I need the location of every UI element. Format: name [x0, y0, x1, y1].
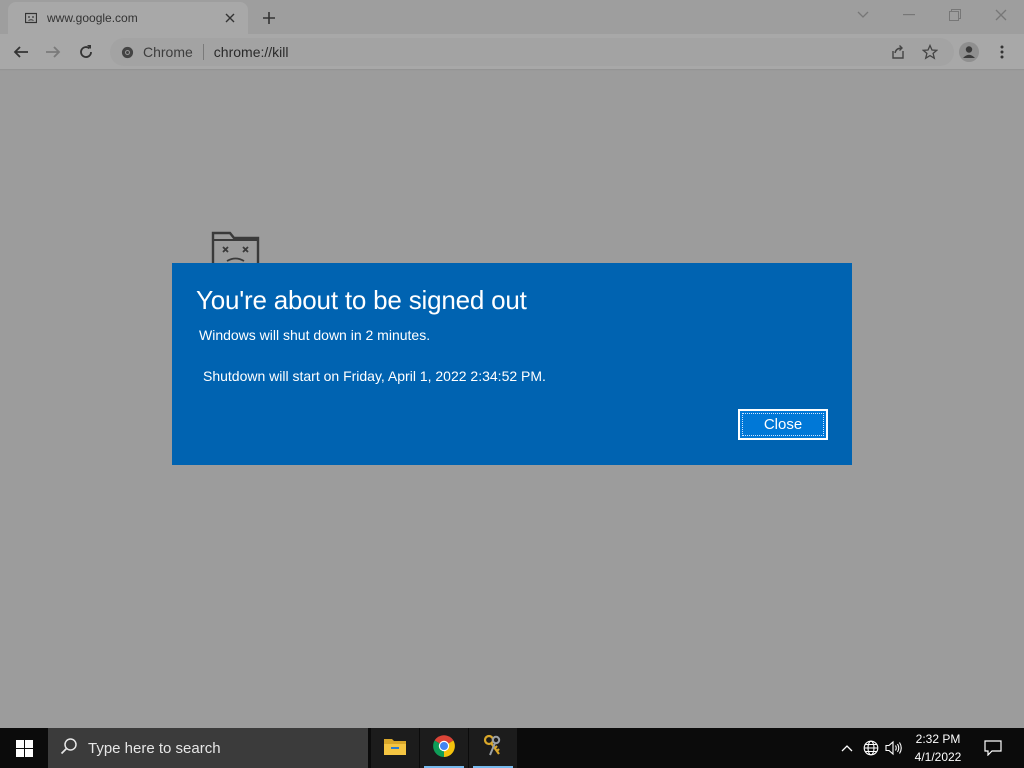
taskbar-file-explorer[interactable]	[371, 728, 419, 768]
tab-search-chevron-icon[interactable]	[850, 4, 876, 26]
more-menu-icon[interactable]	[990, 40, 1014, 64]
taskbar-chrome[interactable]	[420, 728, 468, 768]
back-arrow-icon[interactable]	[9, 40, 33, 64]
taskbar: Type here to search 2:32 PM 4/1/2022	[0, 728, 1024, 768]
close-window-icon[interactable]	[988, 4, 1014, 26]
search-placeholder: Type here to search	[88, 739, 221, 757]
file-explorer-icon	[383, 736, 407, 761]
show-hidden-icons-chevron-icon[interactable]	[838, 728, 856, 768]
taskbar-clock[interactable]: 2:32 PM 4/1/2022	[900, 730, 976, 766]
chrome-site-icon	[120, 45, 134, 59]
profile-avatar-icon[interactable]	[957, 40, 981, 64]
taskbar-search-input[interactable]: Type here to search	[48, 728, 368, 768]
tab-close-icon[interactable]	[222, 10, 238, 26]
browser-toolbar: Chrome chrome://kill	[0, 34, 1024, 70]
dialog-title: You're about to be signed out	[196, 285, 527, 315]
omnibox-separator	[202, 44, 204, 60]
reload-icon[interactable]	[74, 40, 98, 64]
taskbar-keys-app[interactable]	[469, 728, 517, 768]
close-button[interactable]: Close	[738, 409, 828, 440]
minimize-icon[interactable]	[896, 4, 922, 26]
focus-ring	[742, 413, 824, 436]
bookmark-star-icon[interactable]	[918, 40, 942, 64]
restore-icon[interactable]	[942, 4, 968, 26]
keys-app-icon	[481, 734, 505, 763]
action-center-notification-icon[interactable]	[978, 728, 1008, 768]
clock-date: 4/1/2022	[914, 750, 962, 764]
search-icon	[60, 737, 78, 759]
windows-start-icon[interactable]	[0, 728, 48, 768]
url-text[interactable]: chrome://kill	[214, 44, 289, 60]
tab-strip: www.google.com	[0, 0, 1024, 34]
network-globe-icon[interactable]	[861, 728, 881, 768]
new-tab-plus-icon[interactable]	[258, 7, 280, 29]
signout-dialog: You're about to be signed out Windows wi…	[172, 263, 852, 465]
forward-arrow-icon[interactable]	[41, 40, 65, 64]
dialog-detail: Shutdown will start on Friday, April 1, …	[203, 368, 546, 384]
address-bar[interactable]: Chrome chrome://kill	[110, 38, 954, 66]
tab-title: www.google.com	[47, 11, 138, 25]
sad-face-favicon-icon	[24, 11, 38, 25]
chrome-icon	[432, 734, 456, 763]
browser-tab[interactable]: www.google.com	[8, 2, 248, 34]
site-label: Chrome	[143, 44, 193, 60]
dialog-message: Windows will shut down in 2 minutes.	[199, 327, 431, 343]
clock-time: 2:32 PM	[915, 732, 961, 746]
share-icon[interactable]	[886, 40, 910, 64]
